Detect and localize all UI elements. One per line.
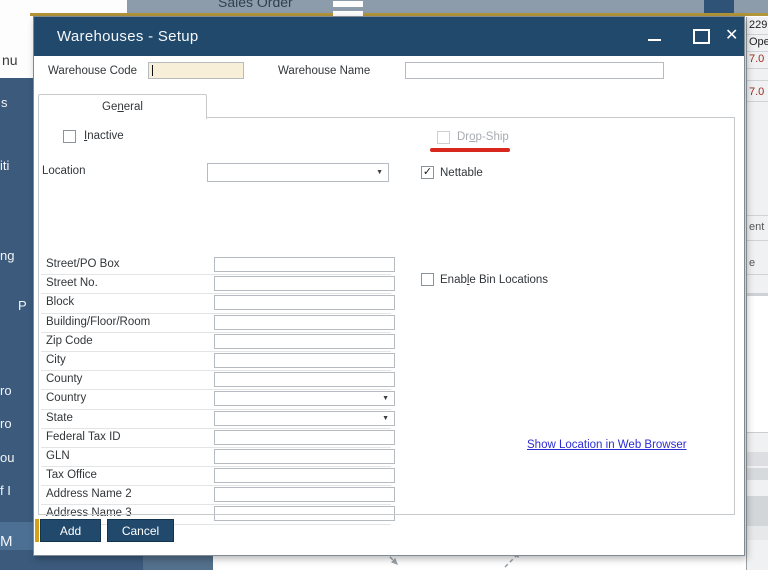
menu-fragment: iti (0, 158, 10, 173)
menu-fragment: P (18, 298, 27, 313)
salesorder-line (747, 240, 768, 241)
menu-fragment: ou (0, 450, 15, 465)
warehouses-setup-dialog: Warehouses - Setup ✕ Warehouse Code Ware… (33, 16, 745, 556)
warehouse-name-input[interactable] (405, 62, 664, 79)
salesorder-fragment: Ope (749, 36, 768, 48)
background-window-title: Sales Order (218, 0, 293, 10)
salesorder-grid-row (747, 347, 768, 365)
background-panel-top (0, 0, 127, 14)
warehouse-name-label: Warehouse Name (278, 65, 371, 77)
salesorder-grid-row (747, 330, 768, 348)
menu-fragment: ro (0, 416, 12, 431)
menu-fragment: s (1, 95, 8, 110)
menu-fragment: ng (0, 248, 15, 263)
salesorder-fragment: e (749, 257, 756, 269)
salesorder-grid-row (747, 398, 768, 416)
salesorder-grid-row (747, 296, 768, 314)
salesorder-fragment: ent (749, 221, 765, 233)
background-salesorder-edge: 229Ope7.07.0ente.. (746, 17, 768, 570)
text-caret (152, 65, 153, 76)
salesorder-line (747, 274, 768, 275)
salesorder-band (747, 452, 768, 466)
minimize-icon[interactable] (648, 39, 661, 41)
dialog-title: Warehouses - Setup (57, 28, 199, 45)
menu-fragment: ro (0, 383, 12, 398)
close-icon[interactable]: ✕ (725, 25, 738, 45)
menu-fragment: f I (0, 483, 11, 498)
salesorder-grid-row (747, 313, 768, 331)
background-bottom-strip (0, 556, 143, 570)
tab-general[interactable]: General (38, 94, 207, 119)
salesorder-band (747, 496, 768, 526)
salesorder-line (747, 101, 768, 102)
salesorder-band (747, 526, 768, 540)
salesorder-line (747, 215, 768, 216)
dialog-titlebar[interactable]: Warehouses - Setup ✕ (34, 17, 744, 56)
salesorder-fragment: 7.0 (749, 86, 765, 98)
salesorder-band (747, 468, 768, 480)
warehouse-code-label: Warehouse Code (48, 65, 138, 77)
warehouse-code-input[interactable] (148, 62, 244, 79)
menu-fragment: nu (2, 52, 18, 68)
default-button-marker (35, 519, 39, 542)
add-button[interactable]: Add (40, 519, 101, 542)
general-tab-panel (38, 117, 735, 515)
maximize-icon[interactable] (693, 29, 710, 44)
salesorder-line (747, 34, 768, 35)
background-panel-side (0, 14, 34, 78)
salesorder-line (747, 68, 768, 69)
salesorder-grid-row (747, 381, 768, 399)
menu-fragment: M (0, 533, 13, 550)
salesorder-grid-row (747, 415, 768, 433)
background-tile (704, 0, 734, 13)
screen: Sales Order 229Ope7.07.0ente.. Warehouse… (0, 0, 768, 570)
cancel-button[interactable]: Cancel (107, 519, 174, 542)
salesorder-line (747, 80, 768, 81)
salesorder-fragment: 7.0 (749, 53, 765, 65)
salesorder-fragment: 229 (749, 19, 768, 31)
salesorder-line (747, 51, 768, 52)
background-bottom-strip-light (143, 556, 213, 570)
salesorder-grid-row (747, 364, 768, 382)
